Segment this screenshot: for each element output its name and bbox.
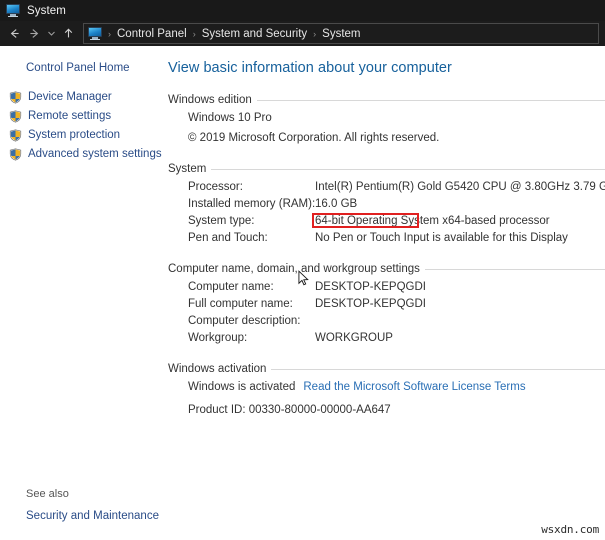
table-row: Computer description: — [188, 313, 605, 330]
activation-status-row: Windows is activated Read the Microsoft S… — [188, 379, 605, 396]
see-also-title: See also — [26, 488, 69, 500]
sidebar-item-remote-settings[interactable]: Remote settings — [0, 107, 160, 125]
table-row: System type: 64-bit Operating System x64… — [188, 213, 605, 230]
section-body: Processor: Intel(R) Pentium(R) Gold G542… — [168, 179, 605, 247]
status-badge: Windows is activated — [188, 381, 296, 393]
section-title: Computer name, domain, and workgroup set… — [168, 263, 420, 275]
row-label: Processor: — [188, 181, 243, 193]
main-pane: View basic information about your comput… — [160, 46, 605, 540]
system-type-highlight-wrap: 64-bit Operating System — [312, 213, 440, 230]
sidebar-item-label: Remote settings — [28, 110, 112, 122]
page-title: View basic information about your comput… — [168, 60, 452, 76]
address-bar[interactable]: › Control Panel › System and Security › … — [83, 23, 599, 44]
section-header: Windows edition — [168, 94, 605, 106]
row-value-system-type: 64-bit Operating System x64-based proces… — [312, 213, 550, 230]
license-terms-link[interactable]: Read the Microsoft Software License Term… — [303, 381, 525, 393]
row-value-system-type-text: 64-bit Operating System — [315, 215, 440, 227]
table-row: Installed memory (RAM): 16.0 GB — [188, 196, 605, 213]
window-title: System — [27, 4, 66, 17]
section-header: System — [168, 163, 605, 175]
row-value-workgroup: WORKGROUP — [315, 332, 393, 344]
title-bar: System — [0, 0, 605, 21]
section-body: Windows is activated Read the Microsoft S… — [168, 379, 605, 419]
sidebar-item-label: Advanced system settings — [28, 148, 162, 160]
section-windows-edition: Windows edition Windows 10 Pro © 2019 Mi… — [168, 94, 605, 147]
row-label: Full computer name: — [188, 298, 293, 310]
row-value-full-computer-name: DESKTOP-KEPQGDI — [315, 298, 426, 310]
system-control-panel-window: System › Control Panel › System and Secu… — [0, 0, 605, 540]
shield-icon — [9, 109, 22, 123]
section-divider — [211, 168, 605, 170]
section-divider — [271, 368, 605, 370]
section-divider — [424, 268, 605, 270]
navigation-bar: › Control Panel › System and Security › … — [0, 21, 605, 46]
table-row: Pen and Touch: No Pen or Touch Input is … — [188, 230, 605, 247]
section-title: Windows activation — [168, 363, 267, 375]
breadcrumb-system[interactable]: System — [321, 28, 361, 40]
table-row: Workgroup: WORKGROUP — [188, 330, 605, 347]
row-value-pen-and-touch: No Pen or Touch Input is available for t… — [315, 232, 568, 244]
row-value-processor: Intel(R) Pentium(R) Gold G5420 CPU @ 3.8… — [315, 181, 605, 193]
forward-arrow-icon[interactable] — [24, 24, 44, 44]
shield-icon — [9, 128, 22, 142]
shield-icon — [9, 147, 22, 161]
breadcrumb-separator: › — [192, 28, 196, 39]
row-label: Installed memory (RAM): — [188, 198, 316, 210]
table-row: Computer name: DESKTOP-KEPQGDI — [188, 279, 605, 296]
breadcrumb-separator: › — [313, 28, 317, 39]
sidebar-item-label: System protection — [28, 129, 121, 141]
row-label: Pen and Touch: — [188, 232, 268, 244]
windows-edition-name: Windows 10 Pro — [188, 112, 272, 124]
sidebar-item-control-panel-home[interactable]: Control Panel Home — [0, 62, 160, 74]
row-label: Computer description: — [188, 315, 301, 327]
task-pane: Control Panel Home Device Manager Remote… — [0, 46, 162, 540]
breadcrumb-control-panel[interactable]: Control Panel — [116, 28, 188, 40]
table-row: Processor: Intel(R) Pentium(R) Gold G542… — [188, 179, 605, 196]
section-title: System — [168, 163, 207, 175]
windows-copyright: © 2019 Microsoft Corporation. All rights… — [188, 132, 440, 144]
section-body: Windows 10 Pro © 2019 Microsoft Corporat… — [168, 110, 605, 147]
monitor-icon — [6, 4, 20, 17]
sidebar-item-system-protection[interactable]: System protection — [0, 126, 160, 144]
section-divider — [256, 99, 605, 101]
watermark: wsxdn.com — [541, 523, 599, 536]
section-body: Computer name: DESKTOP-KEPQGDI Full comp… — [168, 279, 605, 347]
row-value-computer-name: DESKTOP-KEPQGDI — [315, 281, 426, 293]
section-title: Windows edition — [168, 94, 252, 106]
row-label: System type: — [188, 215, 255, 227]
back-arrow-icon[interactable] — [4, 24, 24, 44]
content-area: Control Panel Home Device Manager Remote… — [0, 46, 605, 540]
row-label: Computer name: — [188, 281, 274, 293]
see-also-section: See also Security and Maintenance — [0, 488, 160, 522]
product-id: Product ID: 00330-80000-00000-AA647 — [188, 404, 391, 416]
row-value-system-type-rest: x64-based processor — [439, 215, 550, 227]
shield-icon — [9, 90, 22, 104]
section-header: Windows activation — [168, 363, 605, 375]
chevron-down-icon[interactable] — [44, 24, 58, 44]
sidebar-item-advanced-system-settings[interactable]: Advanced system settings — [0, 145, 162, 163]
row-value-installed-memory: 16.0 GB — [315, 198, 358, 210]
see-also-link-security-and-maintenance[interactable]: Security and Maintenance — [0, 510, 160, 522]
breadcrumb-separator: › — [108, 28, 111, 39]
address-monitor-icon — [88, 27, 102, 40]
section-system: System Processor: Intel(R) Pentium(R) Go… — [168, 163, 605, 247]
table-row: Full computer name: DESKTOP-KEPQGDI — [188, 296, 605, 313]
section-computer-name: Computer name, domain, and workgroup set… — [168, 263, 605, 347]
up-arrow-icon[interactable] — [58, 24, 78, 44]
sidebar-item-device-manager[interactable]: Device Manager — [0, 88, 160, 106]
section-header: Computer name, domain, and workgroup set… — [168, 263, 605, 275]
section-windows-activation: Windows activation Windows is activated R… — [168, 363, 605, 419]
row-label: Workgroup: — [188, 332, 248, 344]
breadcrumb-system-and-security[interactable]: System and Security — [201, 28, 308, 40]
sidebar-item-label: Device Manager — [28, 91, 112, 103]
